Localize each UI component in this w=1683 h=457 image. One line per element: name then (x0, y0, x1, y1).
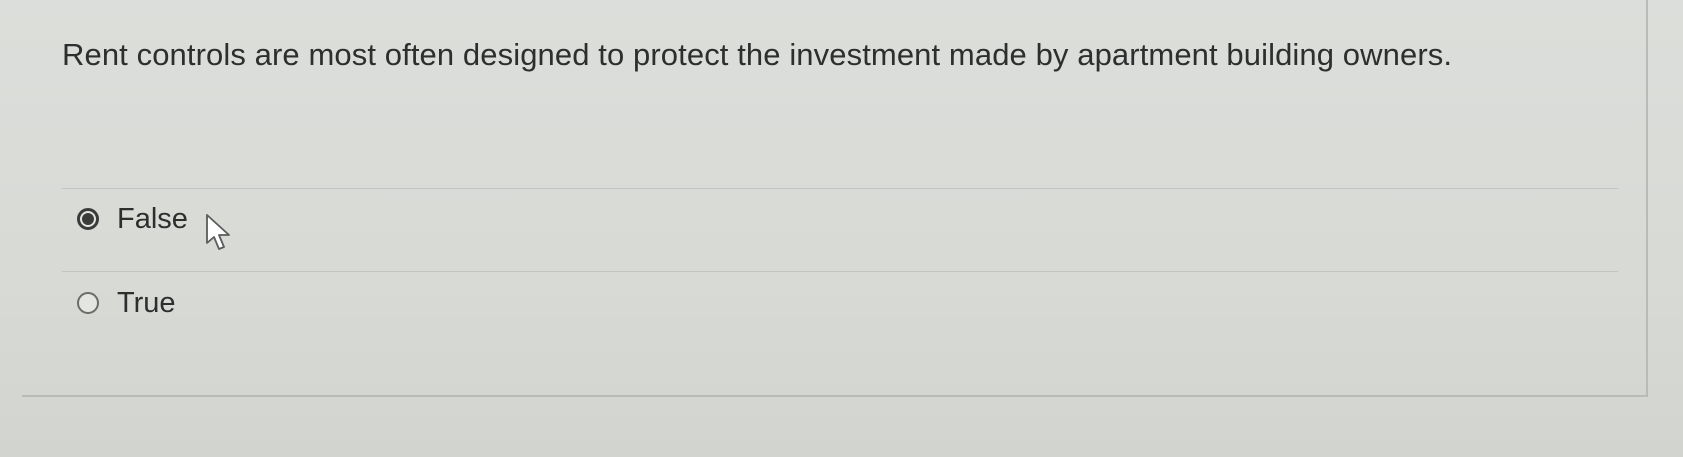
divider (62, 188, 1618, 189)
radio-unselected-icon[interactable] (77, 292, 99, 314)
mouse-pointer-icon (206, 214, 230, 250)
question-text: Rent controls are most often designed to… (62, 37, 1453, 72)
radio-dot (82, 213, 94, 225)
option-false[interactable]: False (77, 199, 188, 239)
screen: Rent controls are most often designed to… (0, 0, 1683, 457)
question-card: Rent controls are most often designed to… (22, 0, 1648, 397)
radio-selected-icon[interactable] (77, 208, 99, 230)
option-true[interactable]: True (77, 283, 176, 323)
option-label-false: False (117, 202, 188, 235)
option-label-true: True (117, 286, 176, 319)
divider (62, 271, 1618, 272)
